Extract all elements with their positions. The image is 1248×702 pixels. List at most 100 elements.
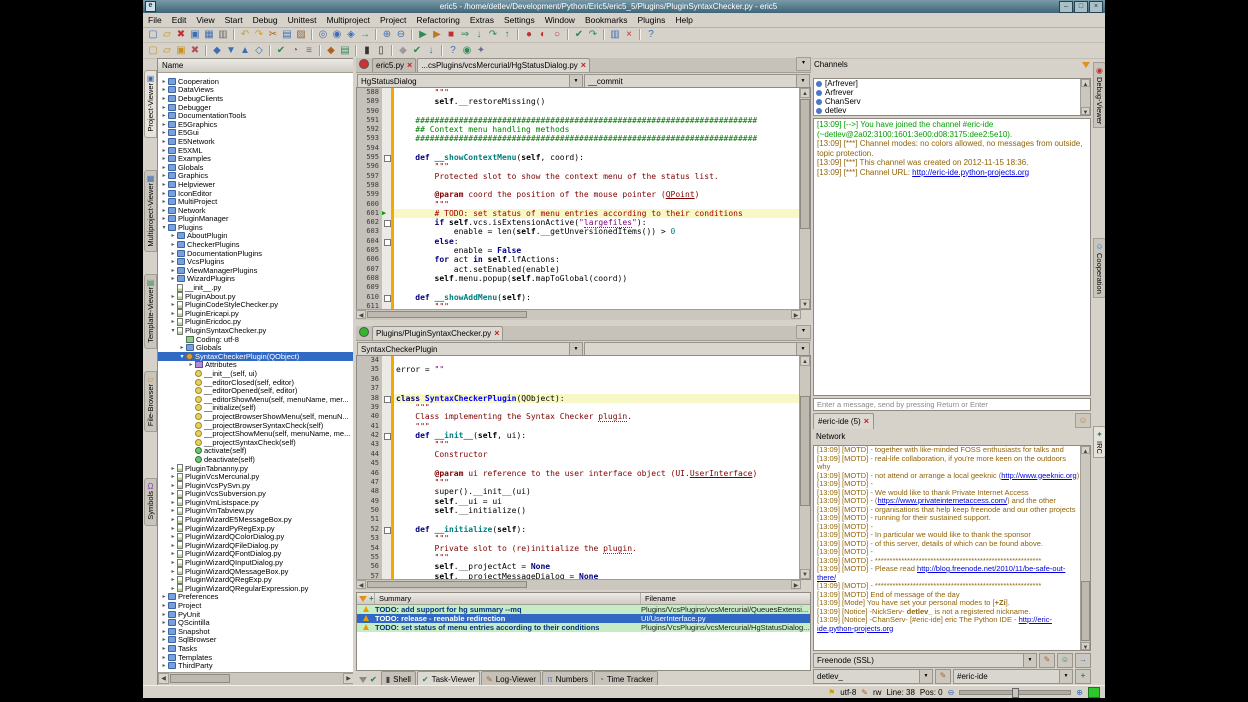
tree-item-editoropened-self-editor[interactable]: __editorOpened(self, editor): [158, 386, 354, 395]
terminal-icon[interactable]: ▯: [374, 44, 388, 57]
message-input[interactable]: Enter a message, send by pressing Return…: [813, 398, 1091, 411]
expander-icon[interactable]: ▸: [160, 138, 168, 145]
scrollbar-thumb[interactable]: [1081, 581, 1090, 641]
expander-icon[interactable]: ▸: [169, 267, 177, 274]
scroll-down-icon[interactable]: ▼: [1081, 642, 1090, 650]
add-task-icon[interactable]: +: [369, 594, 374, 603]
close-project-icon[interactable]: ✖: [188, 44, 202, 57]
expander-icon[interactable]: ▸: [160, 181, 168, 188]
project-tree[interactable]: ▸Cooperation▸DataViews▸DebugClients▸Debu…: [158, 73, 354, 673]
shell-window-icon[interactable]: ▮: [360, 44, 374, 57]
search-icon[interactable]: ◎: [316, 28, 330, 41]
save-all-icon[interactable]: ▦: [202, 28, 216, 41]
menu-debug[interactable]: Debug: [248, 15, 283, 25]
scroll-up-icon[interactable]: ▲: [1081, 446, 1090, 454]
editor-top-horizontal-scrollbar[interactable]: ◀ ▶: [356, 309, 801, 320]
users-scrollbar[interactable]: ▲ ▼: [1080, 79, 1090, 115]
tree-item-preferences[interactable]: ▸Preferences: [158, 593, 354, 602]
nick-combo[interactable]: detlev_ ▼: [813, 669, 933, 684]
expander-icon[interactable]: ▸: [160, 207, 168, 214]
scrollbar-thumb[interactable]: [800, 396, 810, 506]
save-project-icon[interactable]: ▣: [174, 44, 188, 57]
expander-icon[interactable]: ▸: [169, 310, 177, 317]
tree-item-project[interactable]: ▸Project: [158, 601, 354, 610]
tree-item-projectshowmenu-self-menuname-me[interactable]: __projectShowMenu(self, menuName, me...: [158, 429, 354, 438]
tree-item-thirdparty[interactable]: ▸ThirdParty: [158, 661, 354, 670]
channel-combo[interactable]: #eric-ide ▼: [953, 669, 1073, 684]
zoom-out-icon[interactable]: ⊖: [948, 688, 955, 697]
user-chanserv[interactable]: ChanServ: [814, 97, 1090, 106]
menu-file[interactable]: File: [143, 15, 167, 25]
emoticon-icon[interactable]: ☺: [1075, 413, 1091, 428]
tab-shell[interactable]: ▮Shell: [381, 671, 416, 686]
whats-this-icon[interactable]: ?: [644, 28, 658, 41]
scroll-up-icon[interactable]: ▲: [800, 88, 810, 98]
tree-item-pluginwizarde5messagebox-py[interactable]: ▸PluginWizardE5MessageBox.py: [158, 515, 354, 524]
mercurial-icon[interactable]: ◆: [396, 44, 410, 57]
filter-icon[interactable]: [1082, 62, 1090, 68]
expander-icon[interactable]: ▸: [160, 129, 168, 136]
expander-icon[interactable]: ▸: [160, 645, 168, 652]
dock-tab-debug-viewer[interactable]: ◉Debug-Viewer: [1093, 62, 1105, 128]
dock-tab-template-viewer[interactable]: ▤Template-Viewer: [144, 274, 157, 349]
editor-tab-csplugins-vcsmercurial-hgstatusdialog-py[interactable]: ...csPlugins/vcsMercurial/HgStatusDialog…: [417, 58, 590, 72]
tree-item-projectbrowsershowmenu-self-menun[interactable]: __projectBrowserShowMenu(self, menuN...: [158, 412, 354, 421]
tree-item-pluginwizardqfiledialog-py[interactable]: ▸PluginWizardQFileDialog.py: [158, 541, 354, 550]
expander-icon[interactable]: ▸: [160, 198, 168, 205]
tree-item-projectsyntaxcheck-self[interactable]: __projectSyntaxCheck(self): [158, 438, 354, 447]
menu-refactoring[interactable]: Refactoring: [411, 15, 464, 25]
expander-icon[interactable]: ▸: [169, 318, 177, 325]
expander-icon[interactable]: ▸: [169, 559, 177, 566]
clear-bookmarks-icon[interactable]: ◇: [252, 44, 266, 57]
scroll-left-icon[interactable]: ◀: [356, 310, 366, 319]
preferences-icon[interactable]: ✦: [474, 44, 488, 57]
breakpoint-next-icon[interactable]: ◐: [536, 28, 550, 41]
tree-item-activate-self[interactable]: activate(self): [158, 447, 354, 456]
tree-item-tasks[interactable]: ▸Tasks: [158, 644, 354, 653]
menu-view[interactable]: View: [191, 15, 219, 25]
chevron-down-icon[interactable]: ▼: [1059, 670, 1072, 683]
tree-item-cooperation[interactable]: ▸Cooperation: [158, 77, 354, 86]
scroll-down-icon[interactable]: ▼: [1081, 107, 1090, 115]
tree-item-viewmanagerplugins[interactable]: ▸ViewManagerPlugins: [158, 266, 354, 275]
tab-close-icon[interactable]: ×: [864, 417, 869, 426]
tree-item-debugclients[interactable]: ▸DebugClients: [158, 94, 354, 103]
menu-multiproject[interactable]: Multiproject: [321, 15, 374, 25]
expander-icon[interactable]: ▸: [160, 636, 168, 643]
tree-item-plugintabnanny-py[interactable]: ▸PluginTabnanny.py: [158, 464, 354, 473]
tree-item-pluginwizardqcolordialog-py[interactable]: ▸PluginWizardQColorDialog.py: [158, 532, 354, 541]
menu-start[interactable]: Start: [220, 15, 248, 25]
scrollbar-thumb[interactable]: [367, 581, 527, 588]
copy-icon[interactable]: ▤: [280, 28, 294, 41]
paste-icon[interactable]: ▨: [294, 28, 308, 41]
tree-item-iconeditor[interactable]: ▸IconEditor: [158, 189, 354, 198]
dock-tab-irc[interactable]: ✦IRC: [1093, 426, 1105, 458]
expander-icon[interactable]: ▸: [169, 507, 177, 514]
tree-item-snapshot[interactable]: ▸Snapshot: [158, 627, 354, 636]
fold-marker-icon[interactable]: [384, 295, 391, 302]
debug-script-icon[interactable]: ▶: [430, 28, 444, 41]
tree-item-pluginwizardqregexp-py[interactable]: ▸PluginWizardQRegExp.py: [158, 575, 354, 584]
tab-close-icon[interactable]: ×: [407, 61, 412, 70]
scrollbar-thumb[interactable]: [367, 311, 527, 318]
expander-icon[interactable]: ▸: [160, 619, 168, 626]
expander-icon[interactable]: ▸: [169, 576, 177, 583]
stop-icon[interactable]: ■: [444, 28, 458, 41]
save-icon[interactable]: ▣: [188, 28, 202, 41]
run-script-icon[interactable]: ▶: [416, 28, 430, 41]
menu-help[interactable]: Help: [670, 15, 697, 25]
tree-item-coding-utf-8[interactable]: Coding: utf-8: [158, 335, 354, 344]
unittest-restart-icon[interactable]: ↷: [586, 28, 600, 41]
column-summary[interactable]: Summary: [375, 593, 641, 604]
tree-item-pluginwizardpyregexp-py[interactable]: ▸PluginWizardPyRegExp.py: [158, 524, 354, 533]
undo-icon[interactable]: ↶: [238, 28, 252, 41]
refactoring-icon[interactable]: ◆: [324, 44, 338, 57]
tab-task-viewer[interactable]: ✔Task-Viewer: [417, 671, 480, 686]
menu-settings[interactable]: Settings: [499, 15, 540, 25]
network-combo[interactable]: Freenode (SSL) ▼: [813, 653, 1037, 668]
editor-top-vertical-scrollbar[interactable]: ▲ ▼: [799, 88, 810, 309]
expander-icon[interactable]: ▸: [169, 232, 177, 239]
dock-tab-project-viewer[interactable]: ▣Project-Viewer: [144, 70, 157, 138]
tree-item-e5xml[interactable]: ▸E5XML: [158, 146, 354, 155]
scroll-right-icon[interactable]: ▶: [791, 580, 801, 589]
